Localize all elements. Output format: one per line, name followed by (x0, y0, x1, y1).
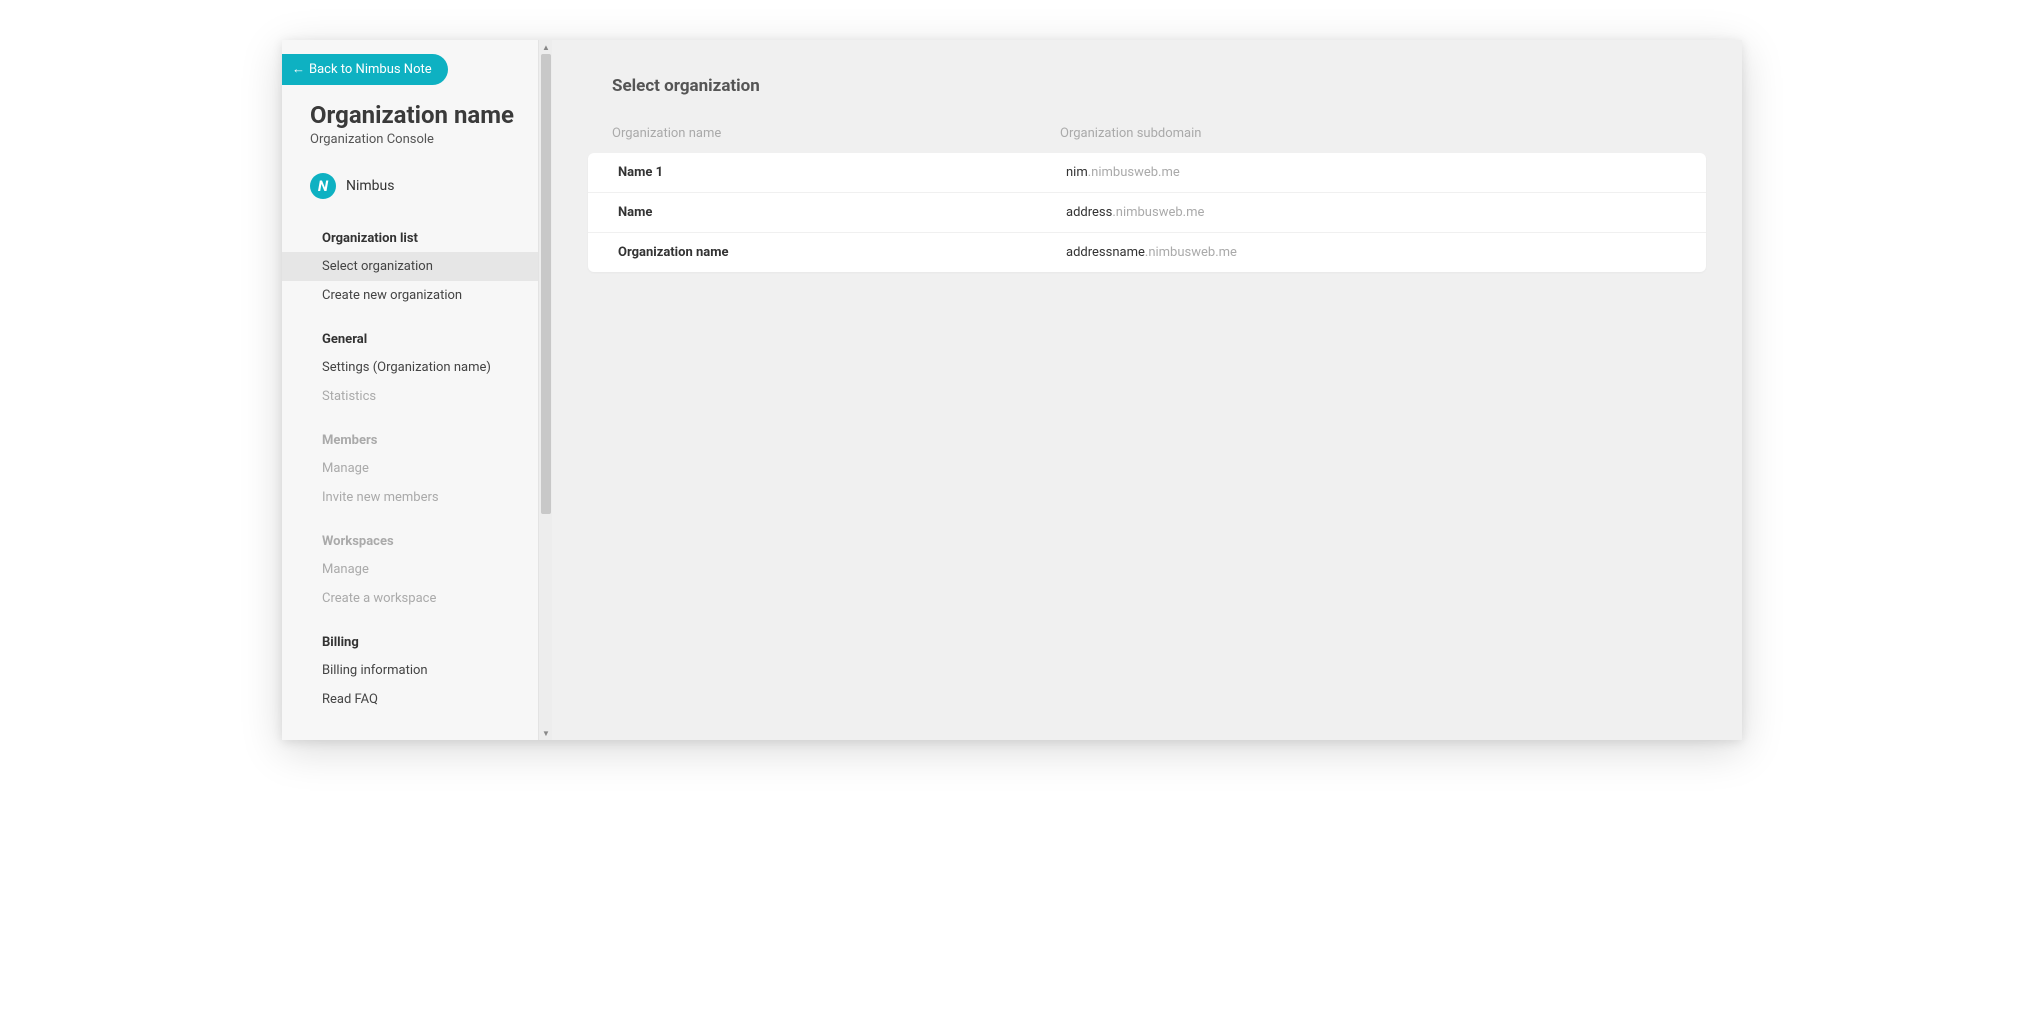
table-row[interactable]: Nameaddress.nimbusweb.me (588, 193, 1706, 233)
nav-item[interactable]: Read FAQ (282, 685, 552, 714)
nav-item[interactable]: Billing information (282, 656, 552, 685)
nav-item[interactable]: Select organization (282, 252, 552, 281)
main-content: Select organization Organization name Or… (552, 40, 1742, 740)
nav-item[interactable]: Manage (282, 454, 552, 483)
back-to-nimbus-button[interactable]: ← Back to Nimbus Note (282, 54, 448, 85)
org-subdomain-cell: addressname.nimbusweb.me (1066, 245, 1682, 260)
nav-heading: Members (282, 427, 552, 454)
nav-item[interactable]: Create new organization (282, 281, 552, 310)
nav-heading: Organization list (282, 225, 552, 252)
nav-section: Organization listSelect organizationCrea… (282, 225, 552, 310)
subdomain-prefix: nim (1066, 165, 1088, 180)
col-header-subdomain: Organization subdomain (1060, 126, 1682, 141)
subdomain-suffix: .nimbusweb.me (1088, 165, 1180, 180)
nav-section: BillingBilling informationRead FAQ (282, 629, 552, 714)
nav-heading: Workspaces (282, 528, 552, 555)
scrollbar-thumb[interactable] (541, 54, 551, 514)
app-window: ← Back to Nimbus Note Organization name … (282, 40, 1742, 740)
nav-heading: General (282, 326, 552, 353)
scrollbar[interactable]: ▲ ▼ (538, 40, 552, 740)
scrollbar-up-icon[interactable]: ▲ (539, 40, 552, 54)
table-header: Organization name Organization subdomain (588, 126, 1706, 153)
back-button-label: Back to Nimbus Note (309, 62, 432, 77)
org-subdomain-cell: address.nimbusweb.me (1066, 205, 1682, 220)
org-subdomain-cell: nim.nimbusweb.me (1066, 165, 1682, 180)
subdomain-suffix: .nimbusweb.me (1145, 245, 1237, 260)
org-title: Organization name (310, 101, 528, 130)
nav-item[interactable]: Invite new members (282, 483, 552, 512)
scrollbar-down-icon[interactable]: ▼ (539, 726, 552, 740)
table-row[interactable]: Organization nameaddressname.nimbusweb.m… (588, 233, 1706, 272)
sidebar: ← Back to Nimbus Note Organization name … (282, 40, 552, 740)
arrow-left-icon: ← (292, 63, 305, 76)
nav-item[interactable]: Settings (Organization name) (282, 353, 552, 382)
nav: Organization listSelect organizationCrea… (282, 211, 552, 714)
org-table-body: Name 1nim.nimbusweb.meNameaddress.nimbus… (588, 153, 1706, 272)
nav-section: MembersManageInvite new members (282, 427, 552, 512)
org-name-cell: Name (618, 205, 1066, 220)
logo-initial: N (318, 177, 328, 195)
logo-row[interactable]: N Nimbus (282, 153, 552, 211)
logo-label: Nimbus (346, 178, 394, 194)
nav-heading: Billing (282, 629, 552, 656)
nav-item[interactable]: Statistics (282, 382, 552, 411)
org-table: Organization name Organization subdomain… (588, 126, 1706, 272)
nav-section: WorkspacesManageCreate a workspace (282, 528, 552, 613)
org-header: Organization name Organization Console (282, 85, 552, 153)
col-header-name: Organization name (612, 126, 1060, 141)
nimbus-logo-icon: N (310, 173, 336, 199)
table-row[interactable]: Name 1nim.nimbusweb.me (588, 153, 1706, 193)
org-subtitle: Organization Console (310, 132, 528, 147)
nav-section: GeneralSettings (Organization name)Stati… (282, 326, 552, 411)
subdomain-prefix: addressname (1066, 245, 1145, 260)
org-name-cell: Name 1 (618, 165, 1066, 180)
nav-item[interactable]: Manage (282, 555, 552, 584)
nav-item[interactable]: Create a workspace (282, 584, 552, 613)
subdomain-prefix: address (1066, 205, 1112, 220)
subdomain-suffix: .nimbusweb.me (1112, 205, 1204, 220)
page-title: Select organization (612, 76, 1706, 96)
org-name-cell: Organization name (618, 245, 1066, 260)
